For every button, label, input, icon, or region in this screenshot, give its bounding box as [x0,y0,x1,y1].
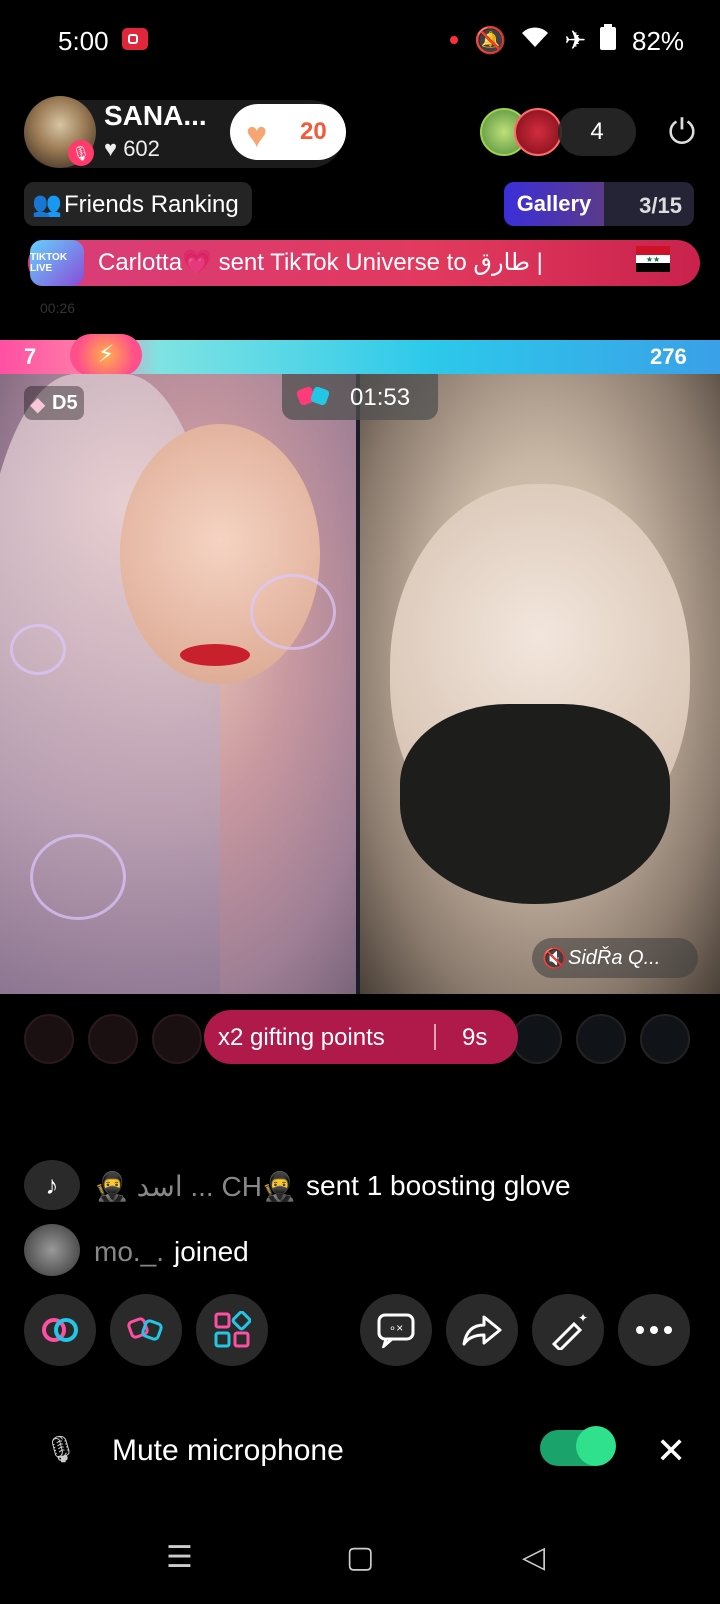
host-mic-muted-icon: 🎙 [68,140,94,166]
system-nav-bar: ☰ ▢ ◁ [0,1530,720,1590]
mic-off-icon: 🎙 [44,1434,78,1464]
right-video[interactable] [360,374,720,994]
supporter-slot[interactable] [512,1014,562,1064]
friends-ranking-label: Friends Ranking [64,191,239,218]
supporter-slot[interactable] [88,1014,138,1064]
chat-username: 🥷 اسد ... CH🥷 [94,1171,297,1202]
right-score: 276 [650,344,687,369]
tiktok-icon: ♪ [24,1160,80,1210]
bottom-toolbar: ∘× ✦ [0,1294,720,1368]
tiktok-live-icon: TIKTOK LIVE [30,240,84,286]
supporter-slot[interactable] [152,1014,202,1064]
back-icon[interactable]: ◁ [522,1540,545,1575]
level-badge: ◆ D5 [24,386,84,420]
viewer-avatar[interactable] [514,108,562,156]
battery-icon [600,24,617,57]
user-avatar [24,1224,80,1276]
link-icon[interactable] [24,1294,96,1366]
gallery-label: Gallery [504,182,604,226]
status-bar: 5:00 🔕 ✈ 82% [0,18,720,62]
viewer-count[interactable]: 4 [558,108,636,156]
share-icon[interactable] [446,1294,518,1366]
battle-timer: 01:53 [282,374,438,420]
home-icon[interactable]: ▢ [346,1540,374,1575]
status-time: 5:00 [58,26,109,56]
heart-icon: ♥ [246,114,268,155]
gift-banner-text: Carlotta💗 sent TikTok Universe to طارق | [98,249,543,276]
notification-dot-icon [450,36,458,44]
supporter-slot[interactable] [24,1014,74,1064]
chat-settings-icon[interactable]: ∘× [360,1294,432,1366]
airplane-icon: ✈ [564,25,587,55]
svg-text:✦: ✦ [578,1311,588,1325]
battery-percent: 82% [632,26,685,56]
menu-icon[interactable]: ☰ [166,1540,193,1575]
speaker-muted-icon: 🔇 [542,948,567,970]
multi-guest-icon[interactable] [110,1294,182,1366]
more-apps-icon[interactable] [196,1294,268,1366]
mute-microphone-toggle[interactable] [540,1426,616,1466]
heart-bubble-icon [10,624,66,675]
chat-text: joined [174,1236,249,1267]
people-icon: 👥 [32,191,62,218]
opponent-name-tag[interactable]: 🔇 SidŘa Q... [532,938,698,978]
heart-bubble-icon [30,834,126,920]
banner-time: 00:26 [40,300,76,316]
mute-microphone-row: 🎙 Mute microphone ✕ [0,1420,720,1484]
gifting-countdown: 9s [462,1024,488,1051]
mute-bell-icon: 🔕 [474,25,507,55]
friends-ranking-button[interactable]: 👥 Friends Ranking [24,182,252,226]
heart-bubble-icon [250,574,336,650]
battle-icon [296,386,330,406]
host-likes: ♥ 602 [104,136,160,161]
gallery-button[interactable]: Gallery 3/15 [504,182,694,226]
left-video[interactable] [0,374,356,994]
chat-text: sent 1 boosting glove [306,1170,571,1201]
syria-flag-icon: ★★ [636,246,670,272]
host-name: SANA... [104,100,207,131]
more-icon[interactable] [618,1294,690,1366]
close-icon[interactable]: ✕ [656,1430,686,1472]
left-score: 7 [24,344,37,369]
screen-record-icon [122,28,148,50]
heart-count: 20 [300,118,327,145]
effects-icon[interactable]: ✦ [532,1294,604,1366]
gifting-points-pill[interactable]: x2 gifting points 9s [204,1010,518,1064]
gallery-count: 3/15 [639,193,682,218]
power-icon[interactable]: ⏻ [658,108,706,156]
chat-username: mo._. [94,1236,165,1267]
supporter-slot[interactable] [576,1014,626,1064]
wifi-icon [520,25,550,56]
svg-text:∘×: ∘× [389,1321,404,1335]
flame-icon: ⚡ [70,334,142,376]
supporter-slot[interactable] [640,1014,690,1064]
mute-microphone-label: Mute microphone [112,1434,344,1467]
diamond-icon: ◆ [30,394,46,416]
